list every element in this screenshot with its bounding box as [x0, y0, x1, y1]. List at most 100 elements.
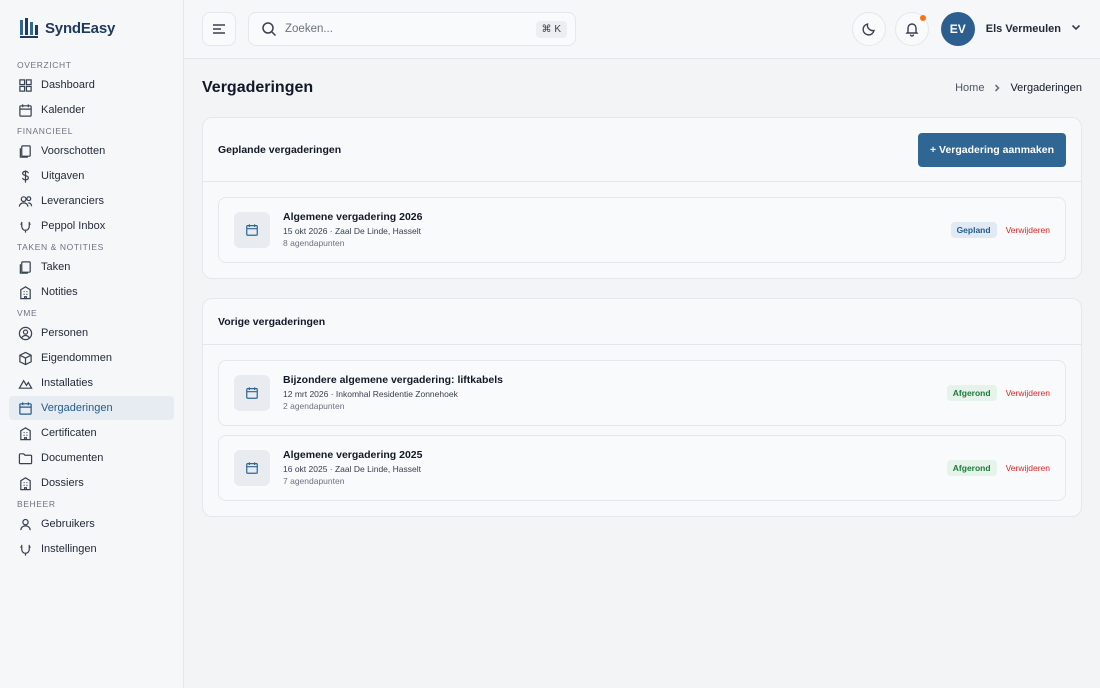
bell-icon — [905, 23, 919, 37]
sidebar-item-gebruikers[interactable]: Gebruikers — [9, 512, 174, 536]
meeting-date-location: 16 okt 2025 · Zaal De Linde, Hasselt — [283, 464, 421, 474]
planned-meetings-card: Geplande vergaderingen + Vergadering aan… — [202, 117, 1082, 279]
planned-meetings-list: Algemene vergadering 2026 15 okt 2026 · … — [203, 182, 1081, 278]
sidebar-item-label: Notities — [41, 286, 78, 298]
calendar-icon — [17, 400, 33, 416]
sidebar-item-kalender[interactable]: Kalender — [9, 98, 174, 122]
user-icon — [17, 516, 33, 532]
sidebar-section-title: FINANCIEEL — [17, 126, 74, 136]
chevron-down-icon[interactable] — [1070, 20, 1082, 38]
sidebar-item-documenten[interactable]: Documenten — [9, 446, 174, 470]
building-icon — [17, 425, 33, 441]
sidebar-item-label: Vergaderingen — [41, 402, 113, 414]
copy-icon — [17, 143, 33, 159]
calendar-icon — [17, 102, 33, 118]
sidebar-item-label: Certificaten — [41, 427, 97, 439]
planned-meetings-title: Geplande vergaderingen — [218, 143, 342, 156]
theme-toggle-button[interactable] — [851, 12, 886, 46]
shield-icon — [17, 218, 33, 234]
previous-meetings-title: Vorige vergaderingen — [218, 315, 326, 328]
building-icon — [17, 284, 33, 300]
search-shortcut: ⌘ K — [535, 20, 567, 38]
sidebar-item-voorschotten[interactable]: Voorschotten — [9, 139, 174, 163]
sidebar-section-title: OVERZICHT — [17, 60, 72, 70]
meeting-agenda-count: 7 agendapunten — [283, 476, 345, 486]
delete-meeting-link[interactable]: Verwijderen — [1006, 388, 1050, 398]
sidebar-item-notities[interactable]: Notities — [9, 280, 174, 304]
meeting-row[interactable]: Algemene vergadering 2026 15 okt 2026 · … — [218, 197, 1066, 263]
avatar[interactable]: EV — [940, 12, 975, 46]
folder-icon — [17, 450, 33, 466]
notifications-button[interactable] — [894, 12, 929, 46]
moon-icon — [862, 23, 875, 36]
sidebar-item-instellingen[interactable]: Instellingen — [9, 537, 174, 561]
breadcrumb: Home Vergaderingen — [955, 82, 1082, 94]
calendar-icon — [234, 212, 270, 248]
sidebar-item-label: Taken — [41, 261, 71, 273]
sidebar-item-taken[interactable]: Taken — [9, 255, 174, 279]
sidebar-item-vergaderingen[interactable]: Vergaderingen — [9, 396, 174, 420]
meeting-agenda-count: 2 agendapunten — [283, 401, 345, 411]
sidebar-item-label: Dashboard — [41, 79, 95, 91]
status-badge: Afgerond — [946, 460, 997, 476]
create-meeting-button[interactable]: + Vergadering aanmaken — [917, 132, 1066, 167]
sidebar-item-label: Leveranciers — [41, 195, 104, 207]
dollar-icon — [17, 168, 33, 184]
sidebar-item-dashboard[interactable]: Dashboard — [9, 73, 174, 97]
topbar: ⌘ K EV Els Vermeulen — [184, 0, 1100, 59]
sidebar-item-personen[interactable]: Personen — [9, 321, 174, 345]
meeting-date-location: 12 mrt 2026 · Inkomhal Residentie Zonneh… — [283, 389, 458, 399]
sidebar-section-title: TAKEN & NOTITIES — [17, 242, 104, 252]
sidebar-item-uitgaven[interactable]: Uitgaven — [9, 164, 174, 188]
sidebar-item-installaties[interactable]: Installaties — [9, 371, 174, 395]
menu-toggle-button[interactable] — [202, 12, 236, 46]
dashboard-icon — [17, 77, 33, 93]
logo[interactable]: SyndEasy — [9, 0, 174, 56]
sidebar-item-peppol-inbox[interactable]: Peppol Inbox — [9, 214, 174, 238]
shield-icon — [17, 541, 33, 557]
sidebar-item-eigendommen[interactable]: Eigendommen — [9, 346, 174, 370]
user-name[interactable]: Els Vermeulen — [986, 23, 1061, 35]
box-icon — [17, 350, 33, 366]
delete-meeting-link[interactable]: Verwijderen — [1006, 463, 1050, 473]
meeting-title[interactable]: Bijzondere algemene vergadering: liftkab… — [283, 374, 947, 386]
breadcrumb-home[interactable]: Home — [955, 82, 984, 94]
meeting-title[interactable]: Algemene vergadering 2026 — [283, 211, 951, 223]
chevron-right-icon — [995, 84, 1001, 92]
copy-icon — [17, 259, 33, 275]
sidebar-item-label: Personen — [41, 327, 89, 339]
calendar-icon — [234, 450, 270, 486]
sidebar-nav: OVERZICHT Dashboard Kalender FINANCIEEL Voor… — [9, 58, 174, 561]
sidebar-item-label: Peppol Inbox — [41, 220, 106, 232]
search-icon — [262, 22, 277, 37]
calendar-icon — [234, 375, 270, 411]
search-bar: ⌘ K — [248, 12, 576, 46]
meeting-row[interactable]: Algemene vergadering 2025 16 okt 2025 · … — [218, 435, 1066, 501]
sidebar-item-label: Documenten — [41, 452, 104, 464]
sidebar-item-leveranciers[interactable]: Leveranciers — [9, 189, 174, 213]
search-input[interactable] — [285, 23, 536, 35]
sidebar-item-dossiers[interactable]: Dossiers — [9, 471, 174, 495]
meeting-agenda-count: 8 agendapunten — [283, 238, 345, 248]
users-icon — [17, 193, 33, 209]
previous-meetings-list: Bijzondere algemene vergadering: liftkab… — [203, 345, 1081, 516]
delete-meeting-link[interactable]: Verwijderen — [1006, 225, 1050, 235]
sidebar-section-title: BEHEER — [17, 499, 56, 509]
sidebar-item-certificaten[interactable]: Certificaten — [9, 421, 174, 445]
activity-icon — [17, 375, 33, 391]
sidebar-item-label: Instellingen — [41, 543, 97, 555]
meeting-date-location: 15 okt 2026 · Zaal De Linde, Hasselt — [283, 226, 421, 236]
previous-meetings-card: Vorige vergaderingen Bijzondere algemene… — [202, 298, 1082, 517]
notification-dot — [919, 15, 926, 21]
sidebar: SyndEasy OVERZICHT Dashboard Kalender FINAN… — [0, 0, 184, 688]
meeting-title[interactable]: Algemene vergadering 2025 — [283, 449, 947, 461]
sidebar-item-label: Installaties — [41, 377, 93, 389]
sidebar-item-label: Gebruikers — [41, 518, 95, 530]
main-content: Vergaderingen Home Vergaderingen Gepland… — [184, 59, 1100, 536]
meeting-row[interactable]: Bijzondere algemene vergadering: liftkab… — [218, 360, 1066, 426]
page-title: Vergaderingen — [202, 79, 314, 96]
status-badge: Gepland — [950, 222, 997, 238]
sidebar-item-label: Eigendommen — [41, 352, 112, 364]
logo-icon — [20, 18, 38, 38]
app-name: SyndEasy — [45, 19, 116, 37]
